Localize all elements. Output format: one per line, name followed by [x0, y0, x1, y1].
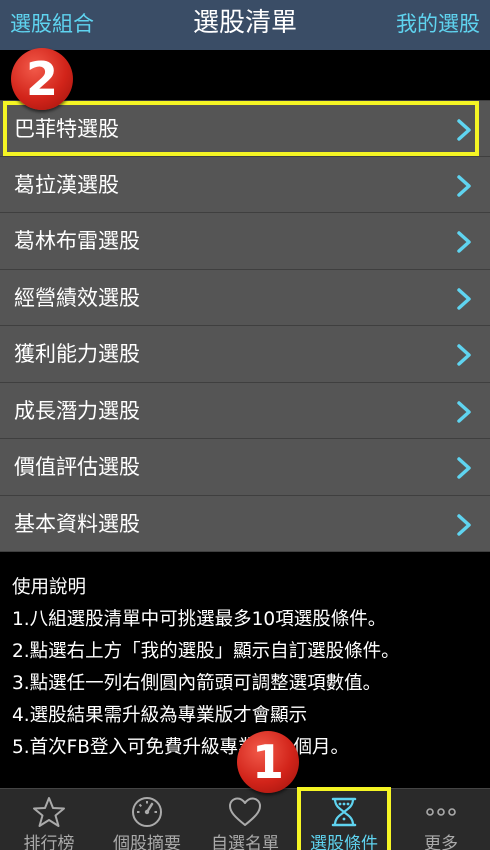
tab-label: 選股條件 [310, 834, 378, 850]
heart-icon [229, 797, 261, 826]
tab-stock-summary[interactable]: 個股摘要 [98, 789, 196, 850]
tab-label: 排行榜 [23, 834, 75, 850]
list-item-profitability[interactable]: 獲利能力選股 [0, 326, 490, 383]
list-item-label: 經營績效選股 [14, 285, 140, 310]
list-item-growth-potential[interactable]: 成長潛力選股 [0, 382, 490, 439]
list-item-label: 葛拉漢選股 [14, 172, 119, 197]
hourglass-icon [331, 797, 357, 827]
list-item-label: 成長潛力選股 [14, 398, 140, 423]
instruction-line: 3.點選任一列右側圓內箭頭可調整選項數值。 [12, 673, 382, 694]
chevron-right-icon [457, 231, 471, 253]
tab-label: 自選名單 [211, 834, 279, 850]
list-item-buffett[interactable]: 巴菲特選股 [0, 100, 490, 157]
list-item-label: 價值評估選股 [14, 455, 140, 479]
list-item-graham[interactable]: 葛拉漢選股 [0, 156, 490, 213]
chevron-right-icon [457, 119, 471, 141]
chevron-right-icon [457, 513, 471, 536]
chevron-right-icon [457, 344, 471, 366]
bottom-tab-bar: 排行榜 個股摘要 自選名單 選股條件 更多 [0, 787, 490, 850]
instruction-line: 1.八組選股清單中可挑選最多10項選股條件。 [12, 609, 387, 630]
instructions-title: 使用說明 [12, 577, 87, 598]
step-badge-2: 2 [11, 48, 73, 110]
instruction-line: 4.選股結果需升級為專業版才會顯示 [12, 705, 308, 726]
gauge-icon [132, 797, 162, 827]
star-icon [33, 797, 65, 827]
more-dots-icon [426, 808, 456, 816]
tab-watchlist[interactable]: 自選名單 [196, 789, 294, 850]
tab-screening-conditions[interactable]: 選股條件 [297, 787, 391, 850]
tab-ranking[interactable]: 排行榜 [0, 789, 98, 850]
chevron-right-icon [457, 400, 471, 423]
top-bar: 選股組合 選股清單 我的選股 [0, 0, 490, 50]
tab-label: 更多 [424, 834, 458, 850]
chevron-right-icon [457, 287, 471, 310]
list-item-label: 基本資料選股 [14, 511, 140, 536]
list-item-greenblatt[interactable]: 葛林布雷選股 [0, 213, 490, 270]
chevron-right-icon [457, 457, 471, 479]
list-item-valuation[interactable]: 價值評估選股 [0, 439, 490, 496]
list-item-basic-data[interactable]: 基本資料選股 [0, 495, 490, 552]
list-item-operating-performance[interactable]: 經營績效選股 [0, 269, 490, 326]
my-screening-button[interactable]: 我的選股 [396, 0, 480, 50]
screening-list: 巴菲特選股 葛拉漢選股 葛林布雷選股 經營績效選股 獲利能力選股 成長潛力選股 … [0, 100, 490, 552]
tab-label: 個股摘要 [113, 834, 181, 850]
step-badge-1: 1 [237, 731, 299, 793]
instruction-line: 2.點選右上方「我的選股」顯示自訂選股條件。 [12, 641, 400, 662]
chevron-right-icon [457, 174, 471, 197]
list-item-label: 巴菲特選股 [14, 117, 119, 141]
tab-more[interactable]: 更多 [392, 789, 490, 850]
list-item-label: 葛林布雷選股 [14, 229, 140, 253]
list-item-label: 獲利能力選股 [14, 342, 140, 366]
usage-instructions: 使用說明 1.八組選股清單中可挑選最多10項選股條件。 2.點選右上方「我的選股… [12, 572, 482, 764]
